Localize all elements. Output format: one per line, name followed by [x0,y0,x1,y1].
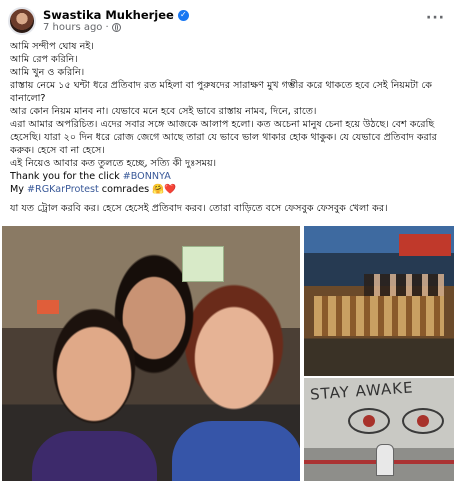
comrades-text: comrades 🤗❤️ [98,184,177,195]
dot-separator: · [105,21,109,33]
shop-sign [182,246,224,282]
closing-line: যা যত ট্রোল করবি কর। হেসে হেসেই প্রতিবাদ… [10,203,388,214]
author-avatar[interactable] [8,7,36,35]
thanks-line: Thank you for the click #BONNYA [10,170,450,183]
more-options-icon[interactable]: ··· [426,10,445,26]
eye-drawing [348,408,390,434]
timestamp-row: 7 hours ago · [43,22,189,34]
shop-sign [37,300,59,314]
hashtag-link[interactable]: #BONNYA [123,171,171,182]
post-line: রাস্তায় নেমে ১৫ ঘন্টা ধরে প্রতিবাদ রত ম… [10,80,432,104]
post-timestamp[interactable]: 7 hours ago [43,22,102,34]
globe-icon[interactable] [111,23,121,33]
post-body: আমি সন্দীপ ঘোষ নই। আমি রেপ করিনি। আমি খু… [10,40,450,215]
stall [314,296,444,336]
post-line: আমি সন্দীপ ঘোষ নই। [10,41,94,52]
comrades-line: My #RGKarProtest comrades 🤗❤️ [10,183,450,196]
author-name[interactable]: Swastika Mukherjee [43,8,174,22]
author-row: Swastika Mukherjee ✓ [43,8,189,22]
post-line: আর কোন নিয়ম মানব না। যেভাবে মনে হবে সেই… [10,106,317,117]
person [376,444,394,476]
post-line: এরা আমার অপরিচিত। এদের সবার সঙ্গে আজকে আ… [10,119,437,156]
banner [399,234,451,256]
photo-selfie[interactable] [2,226,300,481]
photo-grid: STAY AWAKE [2,226,454,481]
post-meta: Swastika Mukherjee ✓ 7 hours ago · [43,8,189,34]
post-header: Swastika Mukherjee ✓ 7 hours ago · [8,6,189,36]
clothing [172,421,300,481]
hashtag-link[interactable]: #RGKarProtest [27,184,99,195]
clothing [32,431,157,481]
photo-street-stall[interactable] [304,226,454,376]
post-line: আমি রেপ করিনি। [10,54,78,65]
facebook-post: Swastika Mukherjee ✓ 7 hours ago · ··· আ… [0,0,455,481]
my-text: My [10,184,28,195]
mural-text: STAY AWAKE [309,378,415,404]
post-line: এই নিয়েও আবার কত তুলতে হচ্ছে, সত্যি কী … [10,158,217,169]
mural-eyes [348,408,444,440]
verified-badge-icon: ✓ [177,9,189,21]
post-line: আমি খুন ও করিনি। [10,67,85,78]
thanks-text: Thank you for the click [10,171,123,182]
eye-drawing [402,408,444,434]
photo-stay-awake-mural[interactable]: STAY AWAKE [304,378,454,481]
